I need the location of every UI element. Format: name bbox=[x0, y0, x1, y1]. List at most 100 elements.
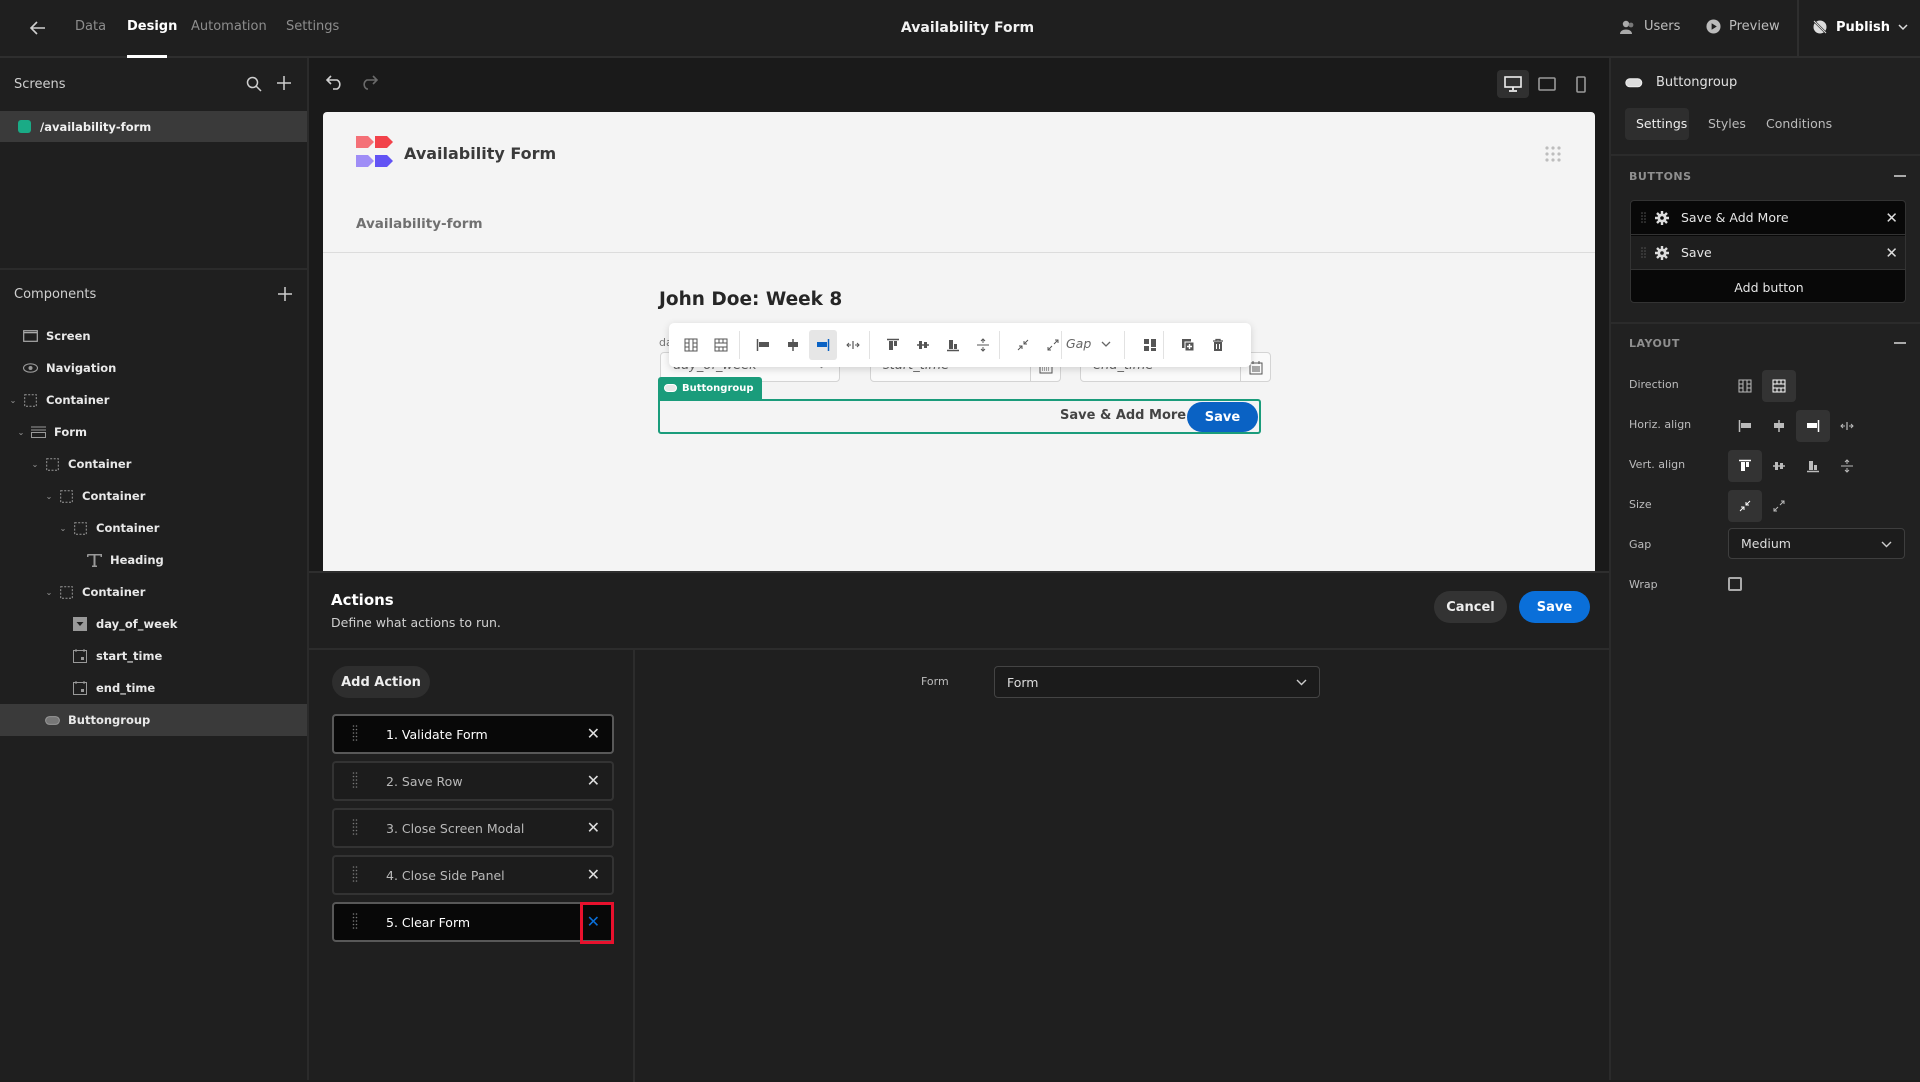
drag-handle-icon[interactable] bbox=[352, 725, 360, 743]
redo-icon[interactable] bbox=[360, 74, 378, 90]
chevron-down-icon[interactable]: ⌄ bbox=[16, 428, 26, 437]
chevron-down-icon[interactable] bbox=[1101, 341, 1111, 348]
tree-item-container[interactable]: ⌄ Container bbox=[0, 512, 307, 544]
tree-item-navigation[interactable]: Navigation bbox=[0, 352, 307, 384]
collapse-icon[interactable] bbox=[1894, 175, 1906, 177]
valign-stretch-icon[interactable] bbox=[969, 330, 997, 360]
tree-item-buttongroup[interactable]: Buttongroup bbox=[0, 704, 307, 736]
panel-tab-conditions[interactable]: Conditions bbox=[1766, 116, 1832, 131]
tree-item-screen[interactable]: Screen bbox=[0, 320, 307, 352]
size-grow-icon[interactable] bbox=[1039, 330, 1067, 360]
tree-item-form[interactable]: ⌄ Form bbox=[0, 416, 307, 448]
tree-item-start-time[interactable]: start_time bbox=[0, 640, 307, 672]
remove-icon[interactable]: ✕ bbox=[1885, 244, 1898, 262]
wrap-checkbox[interactable] bbox=[1728, 577, 1742, 591]
valign-bottom-icon[interactable] bbox=[939, 330, 967, 360]
action-item[interactable]: 5. Clear Form ✕ bbox=[332, 902, 614, 944]
delete-icon[interactable] bbox=[1204, 330, 1232, 360]
drag-handle-icon[interactable] bbox=[1641, 211, 1646, 224]
action-item[interactable]: 4. Close Side Panel ✕ bbox=[332, 855, 614, 895]
drag-handle-icon[interactable] bbox=[352, 819, 360, 837]
users-button[interactable]: Users bbox=[1620, 19, 1680, 34]
align-left-icon[interactable] bbox=[749, 330, 777, 360]
mobile-view-button[interactable] bbox=[1565, 70, 1597, 98]
tree-item-day-of-week[interactable]: day_of_week bbox=[0, 608, 307, 640]
save-add-more-button[interactable]: Save & Add More bbox=[1060, 408, 1186, 423]
align-right-icon[interactable] bbox=[1796, 410, 1830, 442]
size-shrink-icon[interactable] bbox=[1009, 330, 1037, 360]
form-heading[interactable]: John Doe: Week 8 bbox=[659, 289, 842, 310]
direction-row-icon[interactable] bbox=[707, 330, 735, 360]
grid-menu-icon[interactable] bbox=[1545, 146, 1561, 162]
add-screen-icon[interactable] bbox=[277, 76, 291, 90]
collapse-icon[interactable] bbox=[1894, 342, 1906, 344]
selected-component-tag[interactable]: Buttongroup bbox=[658, 377, 762, 399]
size-grow-icon[interactable] bbox=[1762, 490, 1796, 522]
chevron-down-icon[interactable]: ⌄ bbox=[44, 588, 54, 597]
gear-icon[interactable] bbox=[1655, 245, 1669, 260]
chevron-down-icon[interactable]: ⌄ bbox=[58, 524, 68, 533]
buttongroup-preview[interactable]: Save & Add More Save bbox=[658, 399, 1261, 434]
desktop-view-button[interactable] bbox=[1497, 70, 1529, 98]
gear-icon[interactable] bbox=[1655, 210, 1669, 225]
publish-button[interactable]: Publish bbox=[1812, 19, 1908, 35]
valign-middle-icon[interactable] bbox=[909, 330, 937, 360]
align-left-icon[interactable] bbox=[1728, 410, 1762, 442]
add-action-button[interactable]: Add Action bbox=[332, 666, 430, 698]
action-item[interactable]: 1. Validate Form ✕ bbox=[332, 714, 614, 754]
duplicate-icon[interactable] bbox=[1174, 330, 1202, 360]
remove-action-icon[interactable]: ✕ bbox=[587, 820, 600, 836]
align-center-icon[interactable] bbox=[1762, 410, 1796, 442]
search-icon[interactable] bbox=[246, 76, 262, 92]
valign-middle-icon[interactable] bbox=[1762, 450, 1796, 482]
remove-action-icon[interactable]: ✕ bbox=[587, 726, 600, 742]
remove-icon[interactable]: ✕ bbox=[1885, 209, 1898, 227]
drag-handle-icon[interactable] bbox=[352, 913, 360, 931]
chevron-down-icon[interactable]: ⌄ bbox=[8, 396, 18, 405]
tree-item-end-time[interactable]: end_time bbox=[0, 672, 307, 704]
direction-column-icon[interactable] bbox=[1728, 370, 1762, 402]
button-list-item[interactable]: Save ✕ bbox=[1631, 236, 1905, 270]
tablet-view-button[interactable] bbox=[1531, 70, 1563, 98]
drag-handle-icon[interactable] bbox=[352, 772, 360, 790]
panel-tab-settings[interactable]: Settings bbox=[1636, 116, 1687, 131]
drag-handle-icon[interactable] bbox=[1641, 246, 1646, 259]
remove-action-icon[interactable]: ✕ bbox=[587, 867, 600, 883]
form-select[interactable]: Form bbox=[994, 666, 1320, 698]
direction-column-icon[interactable] bbox=[677, 330, 705, 360]
align-stretch-icon[interactable] bbox=[1830, 410, 1864, 442]
tree-item-container[interactable]: ⌄ Container bbox=[0, 480, 307, 512]
remove-action-icon[interactable]: ✕ bbox=[587, 773, 600, 789]
undo-icon[interactable] bbox=[326, 74, 344, 90]
action-item[interactable]: 3. Close Screen Modal ✕ bbox=[332, 808, 614, 848]
button-list-item[interactable]: Save & Add More ✕ bbox=[1631, 201, 1905, 235]
add-component-icon[interactable] bbox=[278, 287, 292, 301]
save-button[interactable]: Save bbox=[1519, 591, 1590, 623]
drag-handle-icon[interactable] bbox=[352, 866, 360, 884]
align-center-icon[interactable] bbox=[779, 330, 807, 360]
valign-stretch-icon[interactable] bbox=[1830, 450, 1864, 482]
chevron-down-icon[interactable]: ⌄ bbox=[44, 492, 54, 501]
valign-top-icon[interactable] bbox=[879, 330, 907, 360]
add-button[interactable]: Add button bbox=[1631, 271, 1905, 302]
cancel-button[interactable]: Cancel bbox=[1434, 591, 1507, 623]
align-right-icon[interactable] bbox=[809, 330, 837, 360]
gap-select[interactable]: Medium bbox=[1728, 528, 1905, 559]
preview-button[interactable]: Preview bbox=[1706, 19, 1780, 34]
tree-item-heading[interactable]: Heading bbox=[0, 544, 307, 576]
layout-grid-icon[interactable] bbox=[1136, 330, 1164, 360]
screen-item[interactable]: /availability-form bbox=[0, 111, 307, 142]
action-item[interactable]: 2. Save Row ✕ bbox=[332, 761, 614, 801]
valign-bottom-icon[interactable] bbox=[1796, 450, 1830, 482]
gap-label[interactable]: Gap bbox=[1066, 336, 1091, 351]
panel-tab-styles[interactable]: Styles bbox=[1708, 116, 1746, 131]
tree-item-container[interactable]: ⌄ Container bbox=[0, 576, 307, 608]
save-button-preview[interactable]: Save bbox=[1187, 402, 1258, 432]
tree-item-container[interactable]: ⌄ Container bbox=[0, 384, 307, 416]
direction-row-icon[interactable] bbox=[1762, 370, 1796, 402]
tree-item-container[interactable]: ⌄ Container bbox=[0, 448, 307, 480]
size-shrink-icon[interactable] bbox=[1728, 490, 1762, 522]
align-stretch-icon[interactable] bbox=[839, 330, 867, 360]
preview-nav-link[interactable]: Availability-form bbox=[356, 216, 483, 232]
valign-top-icon[interactable] bbox=[1728, 450, 1762, 482]
